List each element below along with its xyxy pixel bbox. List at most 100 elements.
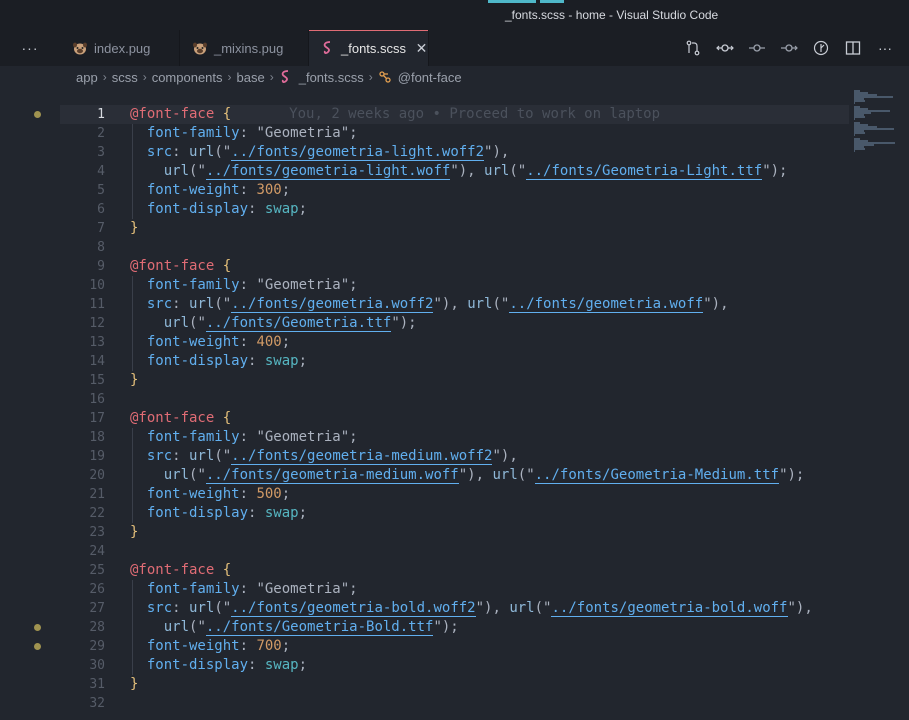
line-number[interactable]: 22	[60, 504, 105, 523]
line-number[interactable]: 31	[60, 675, 105, 694]
code-url[interactable]: ../fonts/Geometria.ttf	[205, 315, 392, 332]
line-number[interactable]: 30	[60, 656, 105, 675]
git-compare-icon[interactable]	[709, 30, 741, 66]
code-line[interactable]: 4 url("../fonts/geometria-light.woff"), …	[60, 162, 849, 181]
line-number[interactable]: 19	[60, 447, 105, 466]
git-commit-icon[interactable]	[741, 30, 773, 66]
code-line[interactable]: 26 font-family: "Geometria";	[60, 580, 849, 599]
line-number[interactable]: 8	[60, 238, 105, 257]
code-line[interactable]: 12 url("../fonts/Geometria.ttf");	[60, 314, 849, 333]
code-line[interactable]: 1 @font-face {You, 2 weeks ago • Proceed …	[60, 105, 849, 124]
code-line[interactable]: 3 src: url("../fonts/geometria-light.wof…	[60, 143, 849, 162]
code-url[interactable]: ../fonts/Geometria-Medium.ttf	[534, 467, 780, 484]
code-line[interactable]: 11 src: url("../fonts/geometria.woff2"),…	[60, 295, 849, 314]
line-number[interactable]: 1	[60, 105, 105, 124]
line-number[interactable]: 16	[60, 390, 105, 409]
code-line[interactable]: 23}	[60, 523, 849, 542]
code-line[interactable]: 9 @font-face {	[60, 257, 849, 276]
code-token: }	[130, 676, 139, 692]
line-number[interactable]: 21	[60, 485, 105, 504]
line-number[interactable]: 29	[60, 637, 105, 656]
line-number[interactable]: 4	[60, 162, 105, 181]
code-line[interactable]: 30 font-display: swap;	[60, 656, 849, 675]
code-line[interactable]: 18 font-family: "Geometria";	[60, 428, 849, 447]
breadcrumb-app[interactable]: app	[76, 70, 98, 85]
breadcrumb-symbol[interactable]: @font-face	[398, 70, 462, 85]
breadcrumb-components[interactable]: components	[152, 70, 223, 85]
code-url[interactable]: ../fonts/geometria.woff	[509, 296, 704, 313]
line-number[interactable]: 25	[60, 561, 105, 580]
line-number[interactable]: 20	[60, 466, 105, 485]
code-line[interactable]: 19 src: url("../fonts/geometria-medium.w…	[60, 447, 849, 466]
line-number[interactable]: 24	[60, 542, 105, 561]
more-actions-icon[interactable]: ···	[869, 30, 901, 66]
code-editor[interactable]: 1 @font-face {You, 2 weeks ago • Proceed …	[60, 88, 849, 720]
code-line[interactable]: 8	[60, 238, 849, 257]
indent-guide	[132, 428, 133, 523]
line-number[interactable]: 27	[60, 599, 105, 618]
tab-mixins-pug[interactable]: _mixins.pug	[180, 30, 309, 66]
code-line[interactable]: 14 font-display: swap;	[60, 352, 849, 371]
line-number[interactable]: 23	[60, 523, 105, 542]
tab-label: index.pug	[94, 40, 151, 56]
line-number[interactable]: 5	[60, 181, 105, 200]
code-line[interactable]: 13 font-weight: 400;	[60, 333, 849, 352]
code-line[interactable]: 32	[60, 694, 849, 713]
code-line[interactable]: 10 font-family: "Geometria";	[60, 276, 849, 295]
line-number[interactable]: 26	[60, 580, 105, 599]
line-number[interactable]: 11	[60, 295, 105, 314]
code-url[interactable]: ../fonts/geometria-medium.woff2	[231, 448, 493, 465]
line-number[interactable]: 13	[60, 333, 105, 352]
code-url[interactable]: ../fonts/geometria-light.woff2	[231, 144, 485, 161]
line-number[interactable]: 3	[60, 143, 105, 162]
line-number[interactable]: 6	[60, 200, 105, 219]
code-url[interactable]: ../fonts/geometria-light.woff	[205, 163, 451, 180]
code-url[interactable]: ../fonts/geometria-bold.woff	[551, 600, 788, 617]
code-line[interactable]: 17 @font-face {	[60, 409, 849, 428]
line-number[interactable]: 15	[60, 371, 105, 390]
code-url[interactable]: ../fonts/geometria-bold.woff2	[231, 600, 476, 617]
code-line[interactable]: 5 font-weight: 300;	[60, 181, 849, 200]
tab-index-pug[interactable]: index.pug	[60, 30, 180, 66]
code-line[interactable]: 28 url("../fonts/Geometria-Bold.ttf");	[60, 618, 849, 637]
code-url[interactable]: ../fonts/Geometria-Bold.ttf	[205, 619, 434, 636]
code-line[interactable]: 15}	[60, 371, 849, 390]
code-token: ("	[534, 600, 552, 616]
close-icon[interactable]: ✕	[415, 40, 428, 57]
git-graph-icon[interactable]	[805, 30, 837, 66]
breadcrumb-file[interactable]: _fonts.scss	[299, 70, 364, 85]
more-icon[interactable]: ···	[0, 30, 60, 66]
code-line[interactable]: 21 font-weight: 500;	[60, 485, 849, 504]
line-number[interactable]: 28	[60, 618, 105, 637]
code-line[interactable]: 24	[60, 542, 849, 561]
code-url[interactable]: ../fonts/geometria-medium.woff	[205, 467, 459, 484]
code-line[interactable]: 29 font-weight: 700;	[60, 637, 849, 656]
line-number[interactable]: 12	[60, 314, 105, 333]
split-editor-icon[interactable]	[837, 30, 869, 66]
line-number[interactable]: 17	[60, 409, 105, 428]
code-line[interactable]: 20 url("../fonts/geometria-medium.woff")…	[60, 466, 849, 485]
code-line[interactable]: 31}	[60, 675, 849, 694]
breadcrumb-base[interactable]: base	[237, 70, 265, 85]
code-line[interactable]: 2 font-family: "Geometria";	[60, 124, 849, 143]
line-number[interactable]: 2	[60, 124, 105, 143]
minimap[interactable]	[849, 88, 909, 720]
code-line[interactable]: 22 font-display: swap;	[60, 504, 849, 523]
code-line[interactable]: 27 src: url("../fonts/geometria-bold.wof…	[60, 599, 849, 618]
code-line[interactable]: 16	[60, 390, 849, 409]
line-number[interactable]: 9	[60, 257, 105, 276]
code-url[interactable]: ../fonts/geometria.woff2	[231, 296, 434, 313]
breadcrumb-scss[interactable]: scss	[112, 70, 138, 85]
line-number[interactable]: 18	[60, 428, 105, 447]
source-control-icon[interactable]	[677, 30, 709, 66]
code-url[interactable]: ../fonts/Geometria-Light.ttf	[526, 163, 763, 180]
line-number[interactable]: 32	[60, 694, 105, 713]
line-number[interactable]: 14	[60, 352, 105, 371]
code-line[interactable]: 7}	[60, 219, 849, 238]
git-next-icon[interactable]	[773, 30, 805, 66]
line-number[interactable]: 10	[60, 276, 105, 295]
code-line[interactable]: 6 font-display: swap;	[60, 200, 849, 219]
code-line[interactable]: 25 @font-face {	[60, 561, 849, 580]
line-number[interactable]: 7	[60, 219, 105, 238]
tab-fonts-scss[interactable]: _fonts.scss ✕	[309, 30, 429, 66]
